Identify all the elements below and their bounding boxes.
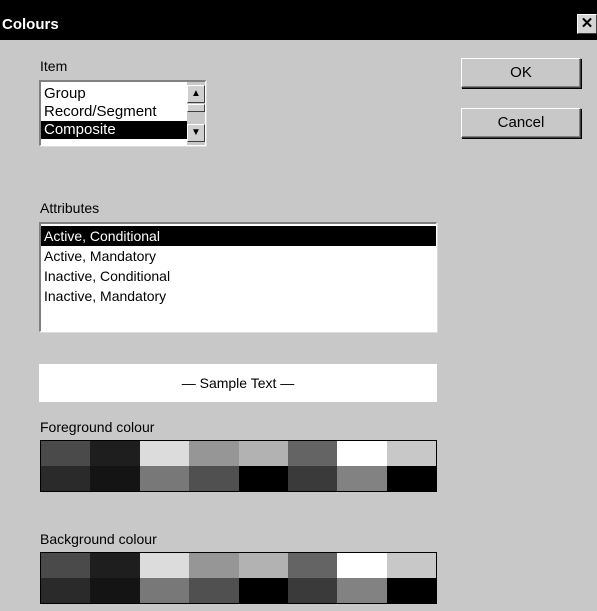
foreground-colour-swatch[interactable] — [386, 441, 436, 466]
cancel-button[interactable]: Cancel — [461, 108, 581, 138]
background-colour-swatch[interactable] — [337, 578, 387, 603]
foreground-colour-swatch[interactable] — [337, 466, 387, 491]
foreground-colour-swatch[interactable] — [41, 466, 91, 491]
background-colour-swatch[interactable] — [386, 553, 436, 578]
foreground-colour-swatch[interactable] — [238, 441, 288, 466]
foreground-colour-swatch[interactable] — [189, 441, 239, 466]
attributes-label: Attributes — [40, 200, 100, 216]
item-option[interactable]: Record/Segment — [41, 103, 187, 121]
background-colour-swatch[interactable] — [337, 553, 387, 578]
background-colour-label: Background colour — [40, 531, 157, 547]
foreground-colour-swatch[interactable] — [238, 466, 288, 491]
item-listbox[interactable]: Group Record/Segment Composite ▲ ▼ — [39, 80, 206, 146]
attribute-option[interactable]: Inactive, Mandatory — [41, 286, 436, 306]
item-options: Group Record/Segment Composite — [41, 82, 187, 139]
foreground-colour-swatch[interactable] — [287, 466, 338, 491]
background-colour-swatch[interactable] — [139, 553, 190, 578]
background-colour-swatch[interactable] — [90, 553, 140, 578]
attributes-listbox[interactable]: Active, Conditional Active, Mandatory Inac… — [39, 222, 437, 332]
window-title: Colours — [2, 16, 59, 33]
background-colour-palette[interactable] — [40, 552, 437, 604]
sample-text-preview: — Sample Text — — [39, 364, 437, 402]
foreground-colour-swatch[interactable] — [287, 441, 338, 466]
scroll-down-icon[interactable]: ▼ — [187, 124, 205, 142]
foreground-colour-swatch[interactable] — [189, 466, 239, 491]
close-icon: ✕ — [580, 15, 594, 32]
foreground-colour-swatch[interactable] — [90, 466, 140, 491]
foreground-colour-swatch[interactable] — [41, 441, 91, 466]
cancel-button-label: Cancel — [497, 114, 545, 131]
sample-text: — Sample Text — — [181, 375, 295, 391]
foreground-colour-swatch[interactable] — [139, 466, 190, 491]
scroll-thumb[interactable] — [187, 104, 205, 112]
background-colour-swatch[interactable] — [139, 578, 190, 603]
item-label: Item — [40, 58, 68, 74]
attribute-option[interactable]: Inactive, Conditional — [41, 266, 436, 286]
background-colour-swatch[interactable] — [189, 553, 239, 578]
title-bar: Colours ✕ — [0, 0, 597, 40]
attribute-option[interactable]: Active, Mandatory — [41, 246, 436, 266]
ok-button[interactable]: OK — [461, 58, 581, 88]
item-option[interactable]: Composite — [41, 121, 187, 139]
foreground-colour-swatch[interactable] — [139, 441, 190, 466]
scroll-up-icon[interactable]: ▲ — [187, 85, 205, 103]
background-colour-swatch[interactable] — [238, 553, 288, 578]
attributes-options: Active, Conditional Active, Mandatory Inac… — [41, 224, 436, 306]
foreground-colour-swatch[interactable] — [337, 441, 387, 466]
attribute-option[interactable]: Active, Conditional — [41, 226, 436, 246]
background-colour-swatch[interactable] — [386, 578, 436, 603]
ok-button-label: OK — [510, 64, 532, 81]
foreground-colour-label: Foreground colour — [40, 419, 155, 435]
background-colour-swatch[interactable] — [287, 578, 338, 603]
item-option[interactable]: Group — [41, 85, 187, 103]
background-colour-swatch[interactable] — [41, 578, 91, 603]
background-colour-swatch[interactable] — [238, 578, 288, 603]
foreground-colour-swatch[interactable] — [386, 466, 436, 491]
foreground-colour-palette[interactable] — [40, 440, 437, 492]
item-scrollbar[interactable]: ▲ ▼ — [187, 82, 205, 145]
foreground-colour-swatch[interactable] — [90, 441, 140, 466]
background-colour-swatch[interactable] — [287, 553, 338, 578]
background-colour-swatch[interactable] — [189, 578, 239, 603]
background-colour-swatch[interactable] — [41, 553, 91, 578]
close-button[interactable]: ✕ — [577, 14, 597, 34]
background-colour-swatch[interactable] — [90, 578, 140, 603]
